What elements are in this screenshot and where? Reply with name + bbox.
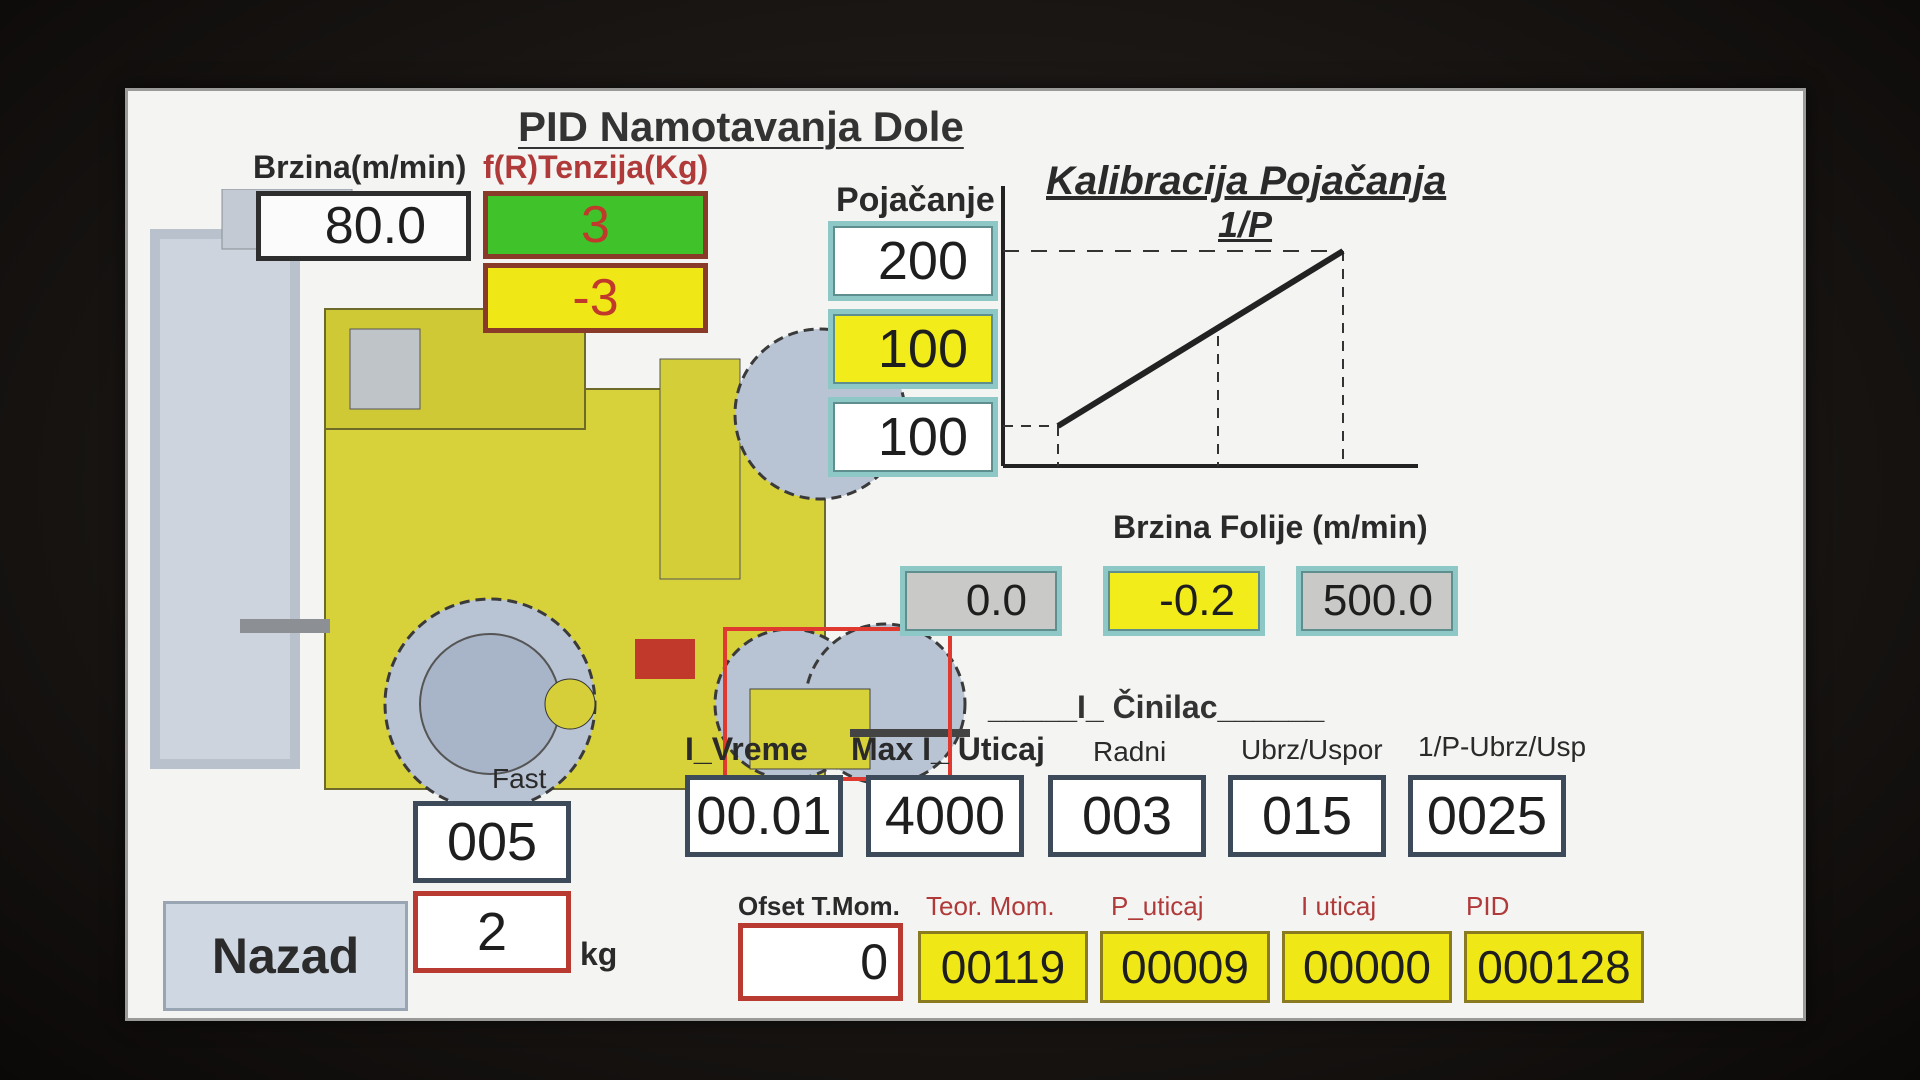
param-label-vreme: I_Vreme <box>685 731 808 767</box>
cinilac-label: _____I_ Činilac______ <box>988 689 1325 725</box>
teor-mom-label: Teor. Mom. <box>926 891 1055 921</box>
offset-label: Ofset T.Mom. <box>738 891 900 921</box>
param-label-1p-ubrz: 1/P-Ubrz/Usp <box>1418 731 1587 762</box>
speed-label: Brzina(m/min) <box>253 149 467 185</box>
calibration-chart <box>1001 186 1418 468</box>
film-speed-max[interactable]: 500.0 <box>1296 566 1458 636</box>
param-label-max-uticaj: Max I_ Uticaj <box>851 731 1045 767</box>
param-value-radni[interactable]: 003 <box>1048 775 1206 857</box>
gain-value-2[interactable]: 100 <box>828 309 998 389</box>
i-uticaj-value: 00000 <box>1282 931 1452 1003</box>
hmi-screen: PID Namotavanja Dole Brzina(m/min) f(R)T… <box>125 88 1806 1021</box>
page-title: PID Namotavanja Dole <box>518 103 964 150</box>
film-speed-current: -0.2 <box>1103 566 1265 636</box>
teor-mom-value: 00119 <box>918 931 1088 1003</box>
param-label-ubrz: Ubrz/Uspor <box>1241 734 1383 765</box>
kg-value[interactable]: 2 <box>413 891 571 973</box>
param-value-ubrz[interactable]: 015 <box>1228 775 1386 857</box>
p-uticaj-label: P_uticaj <box>1111 891 1204 921</box>
gain-value-3[interactable]: 100 <box>828 397 998 477</box>
tension-setpoint[interactable]: 3 <box>483 191 708 259</box>
offset-value[interactable]: 0 <box>738 923 903 1001</box>
back-button[interactable]: Nazad <box>163 901 408 1011</box>
param-value-1p-ubrz[interactable]: 0025 <box>1408 775 1566 857</box>
tension-label: f(R)Tenzija(Kg) <box>483 149 709 185</box>
gain-value-1[interactable]: 200 <box>828 221 998 301</box>
param-label-radni: Radni <box>1093 736 1167 767</box>
kg-unit: kg <box>580 936 618 972</box>
i-uticaj-label: I uticaj <box>1301 891 1377 921</box>
film-speed-min[interactable]: 0.0 <box>900 566 1062 636</box>
pid-value: 000128 <box>1464 931 1644 1003</box>
pid-label: PID <box>1466 891 1510 921</box>
p-uticaj-value: 00009 <box>1100 931 1270 1003</box>
speed-display: 80.0 <box>256 191 471 261</box>
tension-error: -3 <box>483 263 708 333</box>
film-speed-label: Brzina Folije (m/min) <box>1113 509 1428 545</box>
param-value-max-uticaj[interactable]: 4000 <box>866 775 1024 857</box>
gain-label: Pojačanje <box>836 181 995 219</box>
param-value-vreme[interactable]: 00.01 <box>685 775 843 857</box>
fast-label: Fast <box>492 763 547 794</box>
fast-value[interactable]: 005 <box>413 801 571 883</box>
